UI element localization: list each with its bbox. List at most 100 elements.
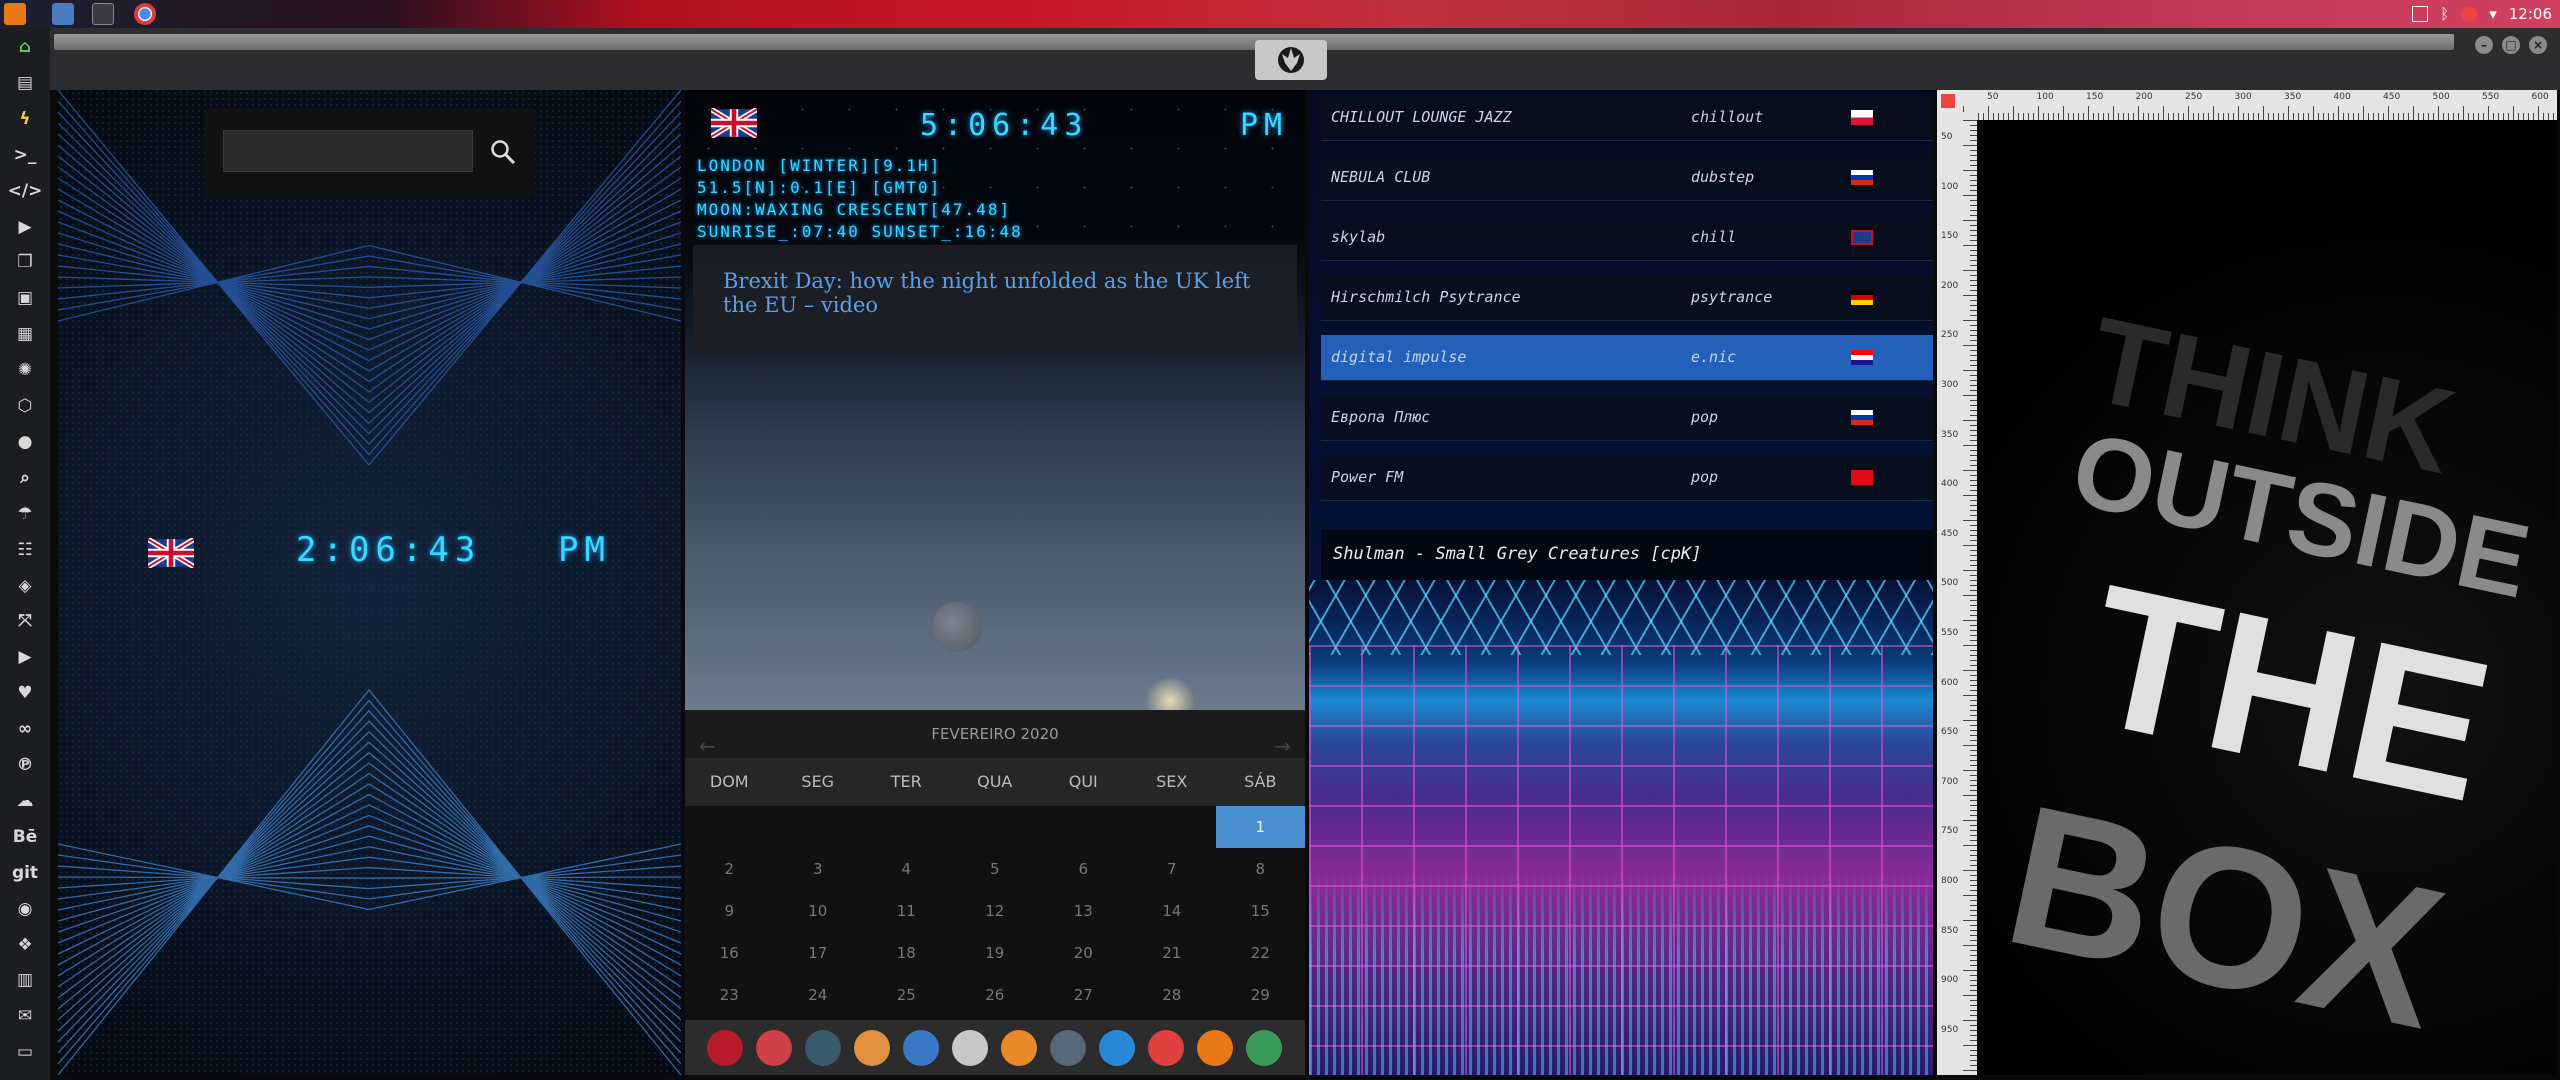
translate-icon[interactable] bbox=[903, 1029, 939, 1066]
calendar-day[interactable]: 26 bbox=[951, 974, 1040, 1016]
calendar-day[interactable]: 2 bbox=[685, 848, 774, 890]
calendar-day[interactable]: 22 bbox=[1216, 932, 1305, 974]
calendar-day[interactable]: 7 bbox=[1128, 848, 1217, 890]
calendar-day[interactable]: 25 bbox=[862, 974, 951, 1016]
calendar-day[interactable]: 24 bbox=[774, 974, 863, 1016]
calculator-icon[interactable] bbox=[952, 1029, 988, 1066]
search-input[interactable] bbox=[223, 130, 473, 172]
code-icon[interactable]: </> bbox=[8, 178, 43, 204]
calendar-day[interactable]: 20 bbox=[1039, 932, 1128, 974]
calendar-day[interactable]: 21 bbox=[1128, 932, 1217, 974]
news-icon[interactable]: ▦ bbox=[12, 321, 38, 347]
calendar-day[interactable]: 29 bbox=[1216, 974, 1305, 1016]
clock-label[interactable]: 12:06 bbox=[2509, 5, 2552, 23]
heart-icon[interactable]: ♥ bbox=[12, 680, 38, 706]
umbrella-icon[interactable]: ☂ bbox=[12, 501, 38, 527]
station-row[interactable]: Power FM pop bbox=[1321, 455, 1933, 501]
finder-icon[interactable] bbox=[1001, 1029, 1037, 1066]
calendar-day[interactable]: 10 bbox=[774, 890, 863, 932]
chrome-icon[interactable] bbox=[134, 3, 156, 25]
calendar-day[interactable]: 11 bbox=[862, 890, 951, 932]
station-row[interactable]: CHILLOUT LOUNGE JAZZ chillout bbox=[1321, 95, 1933, 141]
window-icon[interactable] bbox=[92, 3, 114, 25]
infinity-icon[interactable]: ∞ bbox=[12, 716, 38, 742]
power-icon[interactable] bbox=[2461, 6, 2478, 22]
sublime-icon[interactable] bbox=[4, 3, 26, 25]
sublime-icon[interactable] bbox=[1197, 1029, 1233, 1066]
bolt-icon[interactable]: ϟ bbox=[12, 106, 38, 132]
aperture-icon[interactable]: ✺ bbox=[12, 357, 38, 383]
chat-icon[interactable]: ▭ bbox=[12, 1039, 38, 1065]
calendar-day[interactable]: 23 bbox=[685, 974, 774, 1016]
minimize-button[interactable]: – bbox=[2475, 36, 2493, 54]
horizontal-ruler[interactable]: 50 100 150 200 250 300 350 400 450 500 550 600 bbox=[1959, 90, 2557, 120]
photos-icon[interactable] bbox=[854, 1029, 890, 1066]
terminal-icon[interactable]: >_ bbox=[12, 142, 38, 168]
calendar-day[interactable]: 18 bbox=[862, 932, 951, 974]
document-icon[interactable]: ▤ bbox=[12, 70, 38, 96]
cloud-icon[interactable]: ☁ bbox=[12, 788, 38, 814]
launchpad-icon[interactable] bbox=[707, 1029, 743, 1066]
calendar-day[interactable]: 5 bbox=[951, 848, 1040, 890]
station-name: skylab bbox=[1331, 228, 1386, 246]
youtube-icon[interactable]: ▶ bbox=[12, 644, 38, 670]
image-icon[interactable] bbox=[2412, 6, 2429, 22]
ruler-tick-label: 300 bbox=[1941, 380, 1959, 390]
title-strip[interactable] bbox=[54, 34, 2454, 50]
vertical-ruler[interactable]: 50 100 150 200 250 300 350 400 450 500 550 600 650 70… bbox=[1937, 112, 1977, 1075]
calendar-day[interactable]: 9 bbox=[685, 890, 774, 932]
calendar-day[interactable]: 28 bbox=[1128, 974, 1217, 1016]
expand-icon[interactable]: ⤧ bbox=[12, 608, 38, 634]
station-row[interactable]: digital impulse e.nic bbox=[1321, 335, 1933, 381]
yandex-icon[interactable] bbox=[1246, 1029, 1282, 1066]
wifi-icon[interactable]: ▾ bbox=[2489, 5, 2497, 23]
station-row[interactable]: Европа Плюс pop bbox=[1321, 395, 1933, 441]
ruler-corner[interactable] bbox=[1937, 90, 1959, 112]
calendar-day[interactable]: 12 bbox=[951, 890, 1040, 932]
calendar-day[interactable]: 17 bbox=[774, 932, 863, 974]
folder-icon[interactable] bbox=[52, 3, 74, 25]
mail-icon[interactable]: ✉ bbox=[12, 1003, 38, 1029]
tag-icon[interactable]: ◈ bbox=[12, 573, 38, 599]
browser-icon[interactable] bbox=[1099, 1029, 1135, 1066]
station-row[interactable]: skylab chill bbox=[1321, 215, 1933, 261]
world-icon[interactable] bbox=[805, 1029, 841, 1066]
search-button[interactable] bbox=[485, 134, 521, 170]
hexagon-icon[interactable]: ⬡ bbox=[12, 393, 38, 419]
map-icon[interactable]: ▥ bbox=[12, 967, 38, 993]
hourglass-icon[interactable] bbox=[756, 1029, 792, 1066]
git-icon[interactable]: git bbox=[12, 860, 38, 886]
calendar-day[interactable]: 16 bbox=[685, 932, 774, 974]
globe-icon[interactable]: ● bbox=[12, 429, 38, 455]
home-icon[interactable]: ⌂ bbox=[12, 34, 38, 60]
calendar-day[interactable]: 14 bbox=[1128, 890, 1217, 932]
search-icon[interactable]: ⌕ bbox=[12, 465, 38, 491]
calendar-day[interactable]: 27 bbox=[1039, 974, 1128, 1016]
bluetooth-icon[interactable]: ᛒ bbox=[2440, 5, 2449, 23]
cubes-icon[interactable]: ❖ bbox=[12, 932, 38, 958]
behance-icon[interactable]: Bē bbox=[12, 824, 38, 850]
calendar-day[interactable]: 19 bbox=[951, 932, 1040, 974]
moon-phase-line: MOON:WAXING CRESCENT[47.48] bbox=[697, 200, 1012, 219]
news-headline-link[interactable]: Brexit Day: how the night unfolded as th… bbox=[723, 269, 1267, 317]
pinterest-icon[interactable]: ℗ bbox=[12, 752, 38, 778]
maximize-button[interactable]: □ bbox=[2502, 36, 2520, 54]
calendar-day[interactable]: 13 bbox=[1039, 890, 1128, 932]
station-row[interactable]: NEBULA CLUB dubstep bbox=[1321, 155, 1933, 201]
files-icon[interactable]: ❐ bbox=[12, 249, 38, 275]
calendar-day[interactable]: 1 bbox=[1216, 806, 1305, 848]
calendar-day[interactable]: 8 bbox=[1216, 848, 1305, 890]
calendar-day[interactable]: 4 bbox=[862, 848, 951, 890]
calendar-day[interactable]: 3 bbox=[774, 848, 863, 890]
calendar-day[interactable]: 6 bbox=[1039, 848, 1128, 890]
contact-icon[interactable]: ☷ bbox=[12, 537, 38, 563]
play-icon[interactable]: ▶ bbox=[12, 214, 38, 240]
calendar-day[interactable]: 15 bbox=[1216, 890, 1305, 932]
flag-de-icon bbox=[1851, 290, 1873, 305]
station-row[interactable]: Hirschmilch Psytrance psytrance bbox=[1321, 275, 1933, 321]
calendar-icon[interactable] bbox=[1148, 1029, 1184, 1066]
close-button[interactable]: × bbox=[2529, 36, 2547, 54]
github-icon[interactable]: ◉ bbox=[12, 896, 38, 922]
image-icon[interactable]: ▣ bbox=[12, 285, 38, 311]
clock-icon[interactable] bbox=[1050, 1029, 1086, 1066]
